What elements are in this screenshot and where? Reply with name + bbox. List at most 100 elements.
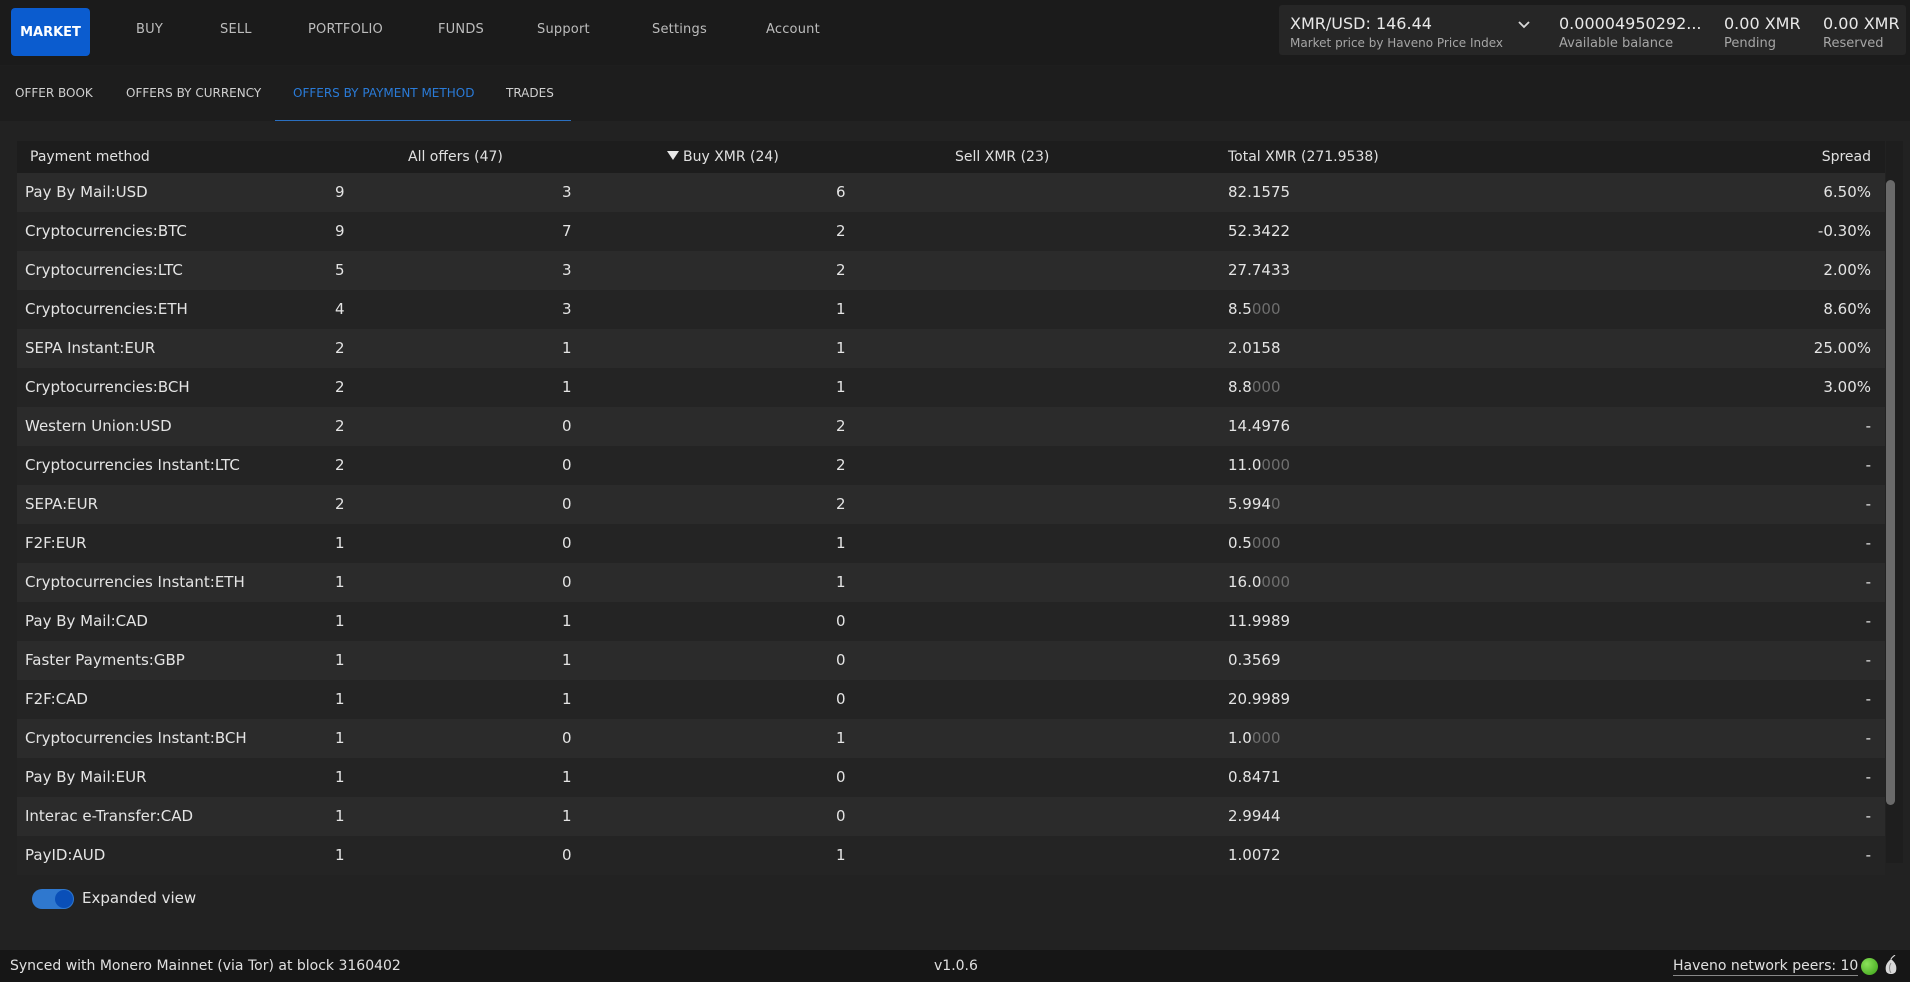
nav-funds[interactable]: FUNDS bbox=[438, 22, 484, 37]
cell-total-xmr: 52.3422 bbox=[1228, 222, 1290, 240]
network-peers[interactable]: Haveno network peers: 10 bbox=[1673, 958, 1859, 976]
cell-total-xmr: 0.3569 bbox=[1228, 651, 1281, 669]
cell-buy-xmr: 0 bbox=[562, 495, 572, 513]
cell-spread: - bbox=[1865, 690, 1871, 708]
cell-sell-xmr: 1 bbox=[836, 378, 846, 396]
table-row[interactable]: Pay By Mail:USD 9 3 6 82.1575 6.50% bbox=[17, 173, 1885, 212]
cell-spread: - bbox=[1865, 495, 1871, 513]
cell-sell-xmr: 2 bbox=[836, 495, 846, 513]
payment-method-table: Payment method All offers (47) Buy XMR (… bbox=[17, 141, 1903, 875]
total-xmr-trailing-zeros: 000 bbox=[1261, 573, 1291, 591]
cell-all-offers: 2 bbox=[335, 417, 345, 435]
cell-total-xmr: 20.9989 bbox=[1228, 690, 1290, 708]
total-xmr-value: 8.5 bbox=[1228, 300, 1252, 318]
header-payment-method[interactable]: Payment method bbox=[30, 149, 150, 165]
cell-buy-xmr: 1 bbox=[562, 807, 572, 825]
cell-payment-method: SEPA Instant:EUR bbox=[25, 339, 156, 357]
total-xmr-trailing-zeros: 0 bbox=[1270, 495, 1281, 513]
cell-sell-xmr: 0 bbox=[836, 651, 846, 669]
nav-buy[interactable]: BUY bbox=[136, 22, 163, 37]
cell-all-offers: 1 bbox=[335, 768, 345, 786]
table-row[interactable]: Pay By Mail:CAD 1 1 0 11.9989 - bbox=[17, 602, 1885, 641]
cell-spread: 25.00% bbox=[1813, 339, 1871, 357]
market-price-value: XMR/USD: 146.44 bbox=[1290, 14, 1432, 33]
expanded-view-toggle[interactable] bbox=[32, 889, 74, 909]
table-row[interactable]: Cryptocurrencies:LTC 5 3 2 27.7433 2.00% bbox=[17, 251, 1885, 290]
header-spread[interactable]: Spread bbox=[1822, 149, 1871, 165]
cell-buy-xmr: 0 bbox=[562, 573, 572, 591]
cell-buy-xmr: 0 bbox=[562, 456, 572, 474]
table-row[interactable]: F2F:EUR 1 0 1 0.5000 - bbox=[17, 524, 1885, 563]
cell-spread: 8.60% bbox=[1823, 300, 1871, 318]
cell-buy-xmr: 0 bbox=[562, 729, 572, 747]
nav-account[interactable]: Account bbox=[766, 22, 820, 37]
total-xmr-trailing-zeros: 000 bbox=[1251, 729, 1281, 747]
scrollbar-thumb[interactable] bbox=[1886, 180, 1895, 805]
tab-offers-by-currency[interactable]: OFFERS BY CURRENCY bbox=[126, 86, 261, 100]
table-row[interactable]: Cryptocurrencies Instant:ETH 1 0 1 16.0000 - bbox=[17, 563, 1885, 602]
cell-all-offers: 1 bbox=[335, 573, 345, 591]
pending-label: Pending bbox=[1724, 36, 1776, 51]
table-row[interactable]: Cryptocurrencies:ETH 4 3 1 8.5000 8.60% bbox=[17, 290, 1885, 329]
nav-portfolio[interactable]: PORTFOLIO bbox=[308, 22, 383, 37]
table-row[interactable]: Cryptocurrencies:BCH 2 1 1 8.8000 3.00% bbox=[17, 368, 1885, 407]
cell-all-offers: 2 bbox=[335, 456, 345, 474]
cell-total-xmr: 14.4976 bbox=[1228, 417, 1290, 435]
tab-offers-by-payment-method[interactable]: OFFERS BY PAYMENT METHOD bbox=[293, 86, 474, 100]
cell-all-offers: 4 bbox=[335, 300, 345, 318]
table-row[interactable]: Cryptocurrencies:BTC 9 7 2 52.3422 -0.30% bbox=[17, 212, 1885, 251]
cell-payment-method: Interac e-Transfer:CAD bbox=[25, 807, 194, 825]
total-xmr-value: 0.3569 bbox=[1228, 651, 1281, 669]
cell-total-xmr: 8.5000 bbox=[1228, 300, 1281, 318]
table-row[interactable]: Cryptocurrencies Instant:LTC 2 0 2 11.0000 - bbox=[17, 446, 1885, 485]
cell-sell-xmr: 1 bbox=[836, 300, 846, 318]
table-row[interactable]: F2F:CAD 1 1 0 20.9989 - bbox=[17, 680, 1885, 719]
tab-offer-book[interactable]: OFFER BOOK bbox=[15, 86, 93, 100]
cell-buy-xmr: 3 bbox=[562, 261, 572, 279]
balance-panel: XMR/USD: 146.44 Market price by Haveno P… bbox=[1279, 5, 1906, 55]
table-row[interactable]: PayID:AUD 1 0 1 1.0072 - bbox=[17, 836, 1885, 875]
cell-payment-method: PayID:AUD bbox=[25, 846, 106, 864]
table-row[interactable]: SEPA Instant:EUR 2 1 1 2.0158 25.00% bbox=[17, 329, 1885, 368]
cell-spread: - bbox=[1865, 729, 1871, 747]
nav-settings[interactable]: Settings bbox=[652, 22, 707, 37]
cell-sell-xmr: 0 bbox=[836, 807, 846, 825]
cell-spread: 6.50% bbox=[1823, 183, 1871, 201]
header-sell-xmr[interactable]: Sell XMR (23) bbox=[955, 149, 1049, 165]
cell-payment-method: SEPA:EUR bbox=[25, 495, 99, 513]
table-row[interactable]: Interac e-Transfer:CAD 1 1 0 2.9944 - bbox=[17, 797, 1885, 836]
table-row[interactable]: Cryptocurrencies Instant:BCH 1 0 1 1.0000 - bbox=[17, 719, 1885, 758]
tab-trades[interactable]: TRADES bbox=[506, 86, 554, 100]
table-row[interactable]: Pay By Mail:EUR 1 1 0 0.8471 - bbox=[17, 758, 1885, 797]
table-row[interactable]: Faster Payments:GBP 1 1 0 0.3569 - bbox=[17, 641, 1885, 680]
table-body: Pay By Mail:USD 9 3 6 82.1575 6.50% Cryptocurr… bbox=[17, 173, 1885, 875]
cell-buy-xmr: 1 bbox=[562, 378, 572, 396]
cell-payment-method: F2F:CAD bbox=[25, 690, 88, 708]
cell-total-xmr: 1.0000 bbox=[1228, 729, 1281, 747]
header-buy-xmr[interactable]: Buy XMR (24) bbox=[667, 149, 779, 165]
table-row[interactable]: SEPA:EUR 2 0 2 5.9940- bbox=[17, 485, 1885, 524]
total-xmr-value: 5.994 bbox=[1228, 495, 1271, 513]
total-xmr-trailing-zeros: 000 bbox=[1251, 300, 1281, 318]
header-total-xmr[interactable]: Total XMR (271.9538) bbox=[1228, 149, 1379, 165]
sort-descending-icon bbox=[667, 151, 679, 160]
cell-total-xmr: 8.8000 bbox=[1228, 378, 1281, 396]
cell-payment-method: Faster Payments:GBP bbox=[25, 651, 185, 669]
cell-payment-method: Cryptocurrencies Instant:BCH bbox=[25, 729, 247, 747]
header-all-offers[interactable]: All offers (47) bbox=[408, 149, 503, 165]
chevron-down-icon[interactable] bbox=[1516, 16, 1532, 32]
cell-payment-method: Cryptocurrencies:BCH bbox=[25, 378, 190, 396]
cell-sell-xmr: 0 bbox=[836, 768, 846, 786]
nav-sell[interactable]: SELL bbox=[220, 22, 252, 37]
table-row[interactable]: Western Union:USD 2 0 2 14.4976 - bbox=[17, 407, 1885, 446]
total-xmr-value: 1.0072 bbox=[1228, 846, 1281, 864]
nav-support[interactable]: Support bbox=[537, 22, 590, 37]
cell-total-xmr: 0.8471 bbox=[1228, 768, 1281, 786]
total-xmr-value: 20.9989 bbox=[1228, 690, 1291, 708]
nav-market[interactable]: MARKET bbox=[11, 8, 90, 56]
total-xmr-value: 2.9944 bbox=[1228, 807, 1281, 825]
cell-buy-xmr: 1 bbox=[562, 768, 572, 786]
cell-spread: - bbox=[1865, 612, 1871, 630]
total-xmr-value: 8.8 bbox=[1228, 378, 1252, 396]
total-xmr-value: 0.5 bbox=[1228, 534, 1252, 552]
